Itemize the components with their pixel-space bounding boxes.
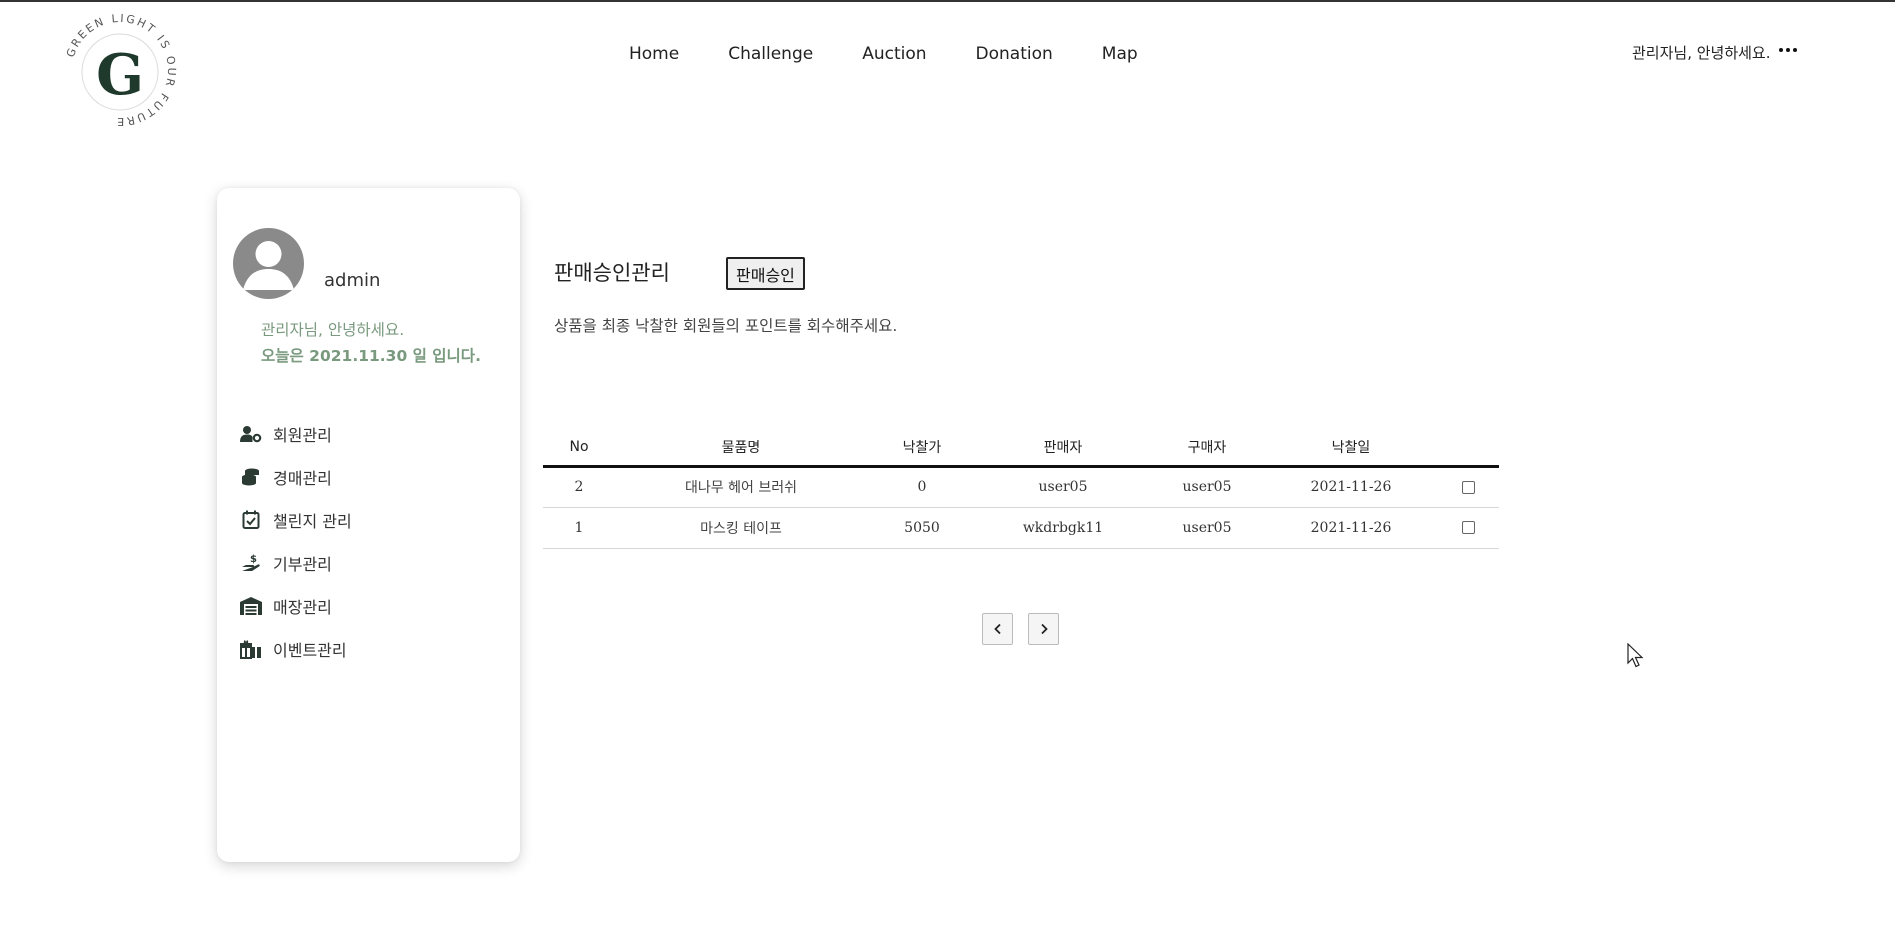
avatar [233,228,304,299]
row-checkbox[interactable] [1461,480,1475,494]
cell-select [1437,466,1499,508]
menu-label: 이벤트관리 [273,640,347,660]
cell-buyer: user05 [1149,466,1265,508]
logo-letter: G [96,42,144,108]
menu-auction-management[interactable]: 경매관리 [239,455,352,498]
username: admin [324,270,381,291]
table-row: 2 대나무 헤어 브러쉬 0 user05 user05 2021-11-26 [543,466,1499,508]
menu-label: 챌린지 관리 [273,511,352,531]
cell-no: 1 [543,507,615,549]
cell-winning-bid: 5050 [867,507,977,549]
admin-menu: 회원관리 경매관리 챌린지 관리 $ 기부관리 매장관리 이벤트관리 [239,412,352,670]
cell-buyer: user05 [1149,507,1265,549]
nav-map[interactable]: Map [1102,44,1138,64]
prev-page-button[interactable] [982,613,1013,645]
admin-sidebar: admin 관리자님, 안녕하세요. 오늘은 2021.11.30 일 입니다.… [217,188,520,862]
cell-item-name: 마스킹 테이프 [615,507,867,549]
header-greeting: 관리자님, 안녕하세요. [1632,44,1771,62]
col-winning-bid: 낙찰가 [867,430,977,468]
chevron-right-icon [1040,623,1048,635]
cell-item-name: 대나무 헤어 브러쉬 [615,466,867,508]
user-gear-icon [239,423,263,445]
more-dot-icon [1792,48,1797,52]
coins-icon [239,466,263,488]
chevron-left-icon [993,623,1001,635]
cell-winning-bid: 0 [867,466,977,508]
menu-event-management[interactable]: 이벤트관리 [239,627,352,670]
warehouse-icon [239,595,263,617]
more-dot-icon [1779,48,1784,52]
menu-store-management[interactable]: 매장관리 [239,584,352,627]
col-seller: 판매자 [977,430,1149,468]
menu-donation-management[interactable]: $ 기부관리 [239,541,352,584]
cell-bid-date: 2021-11-26 [1265,466,1437,508]
main-nav: Home Challenge Auction Donation Map [629,40,1187,68]
col-item-name: 물품명 [615,430,867,468]
page-subtitle: 상품을 최종 낙찰한 회원들의 포인트를 회수해주세요. [554,317,898,335]
sales-approval-table: No 물품명 낙찰가 판매자 구매자 낙찰일 2 대나무 헤어 브러쉬 0 us… [543,430,1499,549]
gifts-icon [239,638,263,660]
more-dot-icon [1786,48,1790,52]
nav-auction[interactable]: Auction [862,44,926,64]
user-silhouette-icon [243,241,294,290]
cell-seller: user05 [977,466,1149,508]
svg-text:$: $ [250,554,257,565]
table-header-row: No 물품명 낙찰가 판매자 구매자 낙찰일 [543,430,1499,468]
col-bid-date: 낙찰일 [1265,430,1437,468]
menu-label: 매장관리 [273,597,332,617]
menu-label: 회원관리 [273,425,332,445]
welcome-message: 관리자님, 안녕하세요. 오늘은 2021.11.30 일 입니다. [261,317,481,369]
col-no: No [543,430,615,468]
col-buyer: 구매자 [1149,430,1265,468]
hand-dollar-icon: $ [239,552,263,574]
cell-seller: wkdrbgk11 [977,507,1149,549]
col-select [1437,430,1499,468]
next-page-button[interactable] [1028,613,1059,645]
menu-challenge-management[interactable]: 챌린지 관리 [239,498,352,541]
row-checkbox[interactable] [1461,521,1475,534]
table-row: 1 마스킹 테이프 5050 wkdrbgk11 user05 2021-11-… [543,507,1499,549]
today-date-text: 오늘은 2021.11.30 일 입니다. [261,347,481,365]
menu-member-management[interactable]: 회원관리 [239,412,352,455]
nav-challenge[interactable]: Challenge [728,44,813,64]
page-title: 판매승인관리 [554,261,670,285]
cell-select [1437,507,1499,549]
welcome-greeting: 관리자님, 안녕하세요. [261,321,405,339]
more-options-button[interactable] [1776,36,1800,64]
nav-home[interactable]: Home [629,44,679,64]
nav-donation[interactable]: Donation [976,44,1053,64]
menu-label: 경매관리 [273,468,332,488]
mouse-cursor-icon [1627,643,1644,668]
logo[interactable]: GREEN LIGHT IS OUR FUTURE G [60,10,180,130]
cell-no: 2 [543,466,615,508]
calendar-check-icon [239,509,263,531]
approve-sale-button[interactable]: 판매승인 [726,257,805,290]
logo-emblem: GREEN LIGHT IS OUR FUTURE G [64,12,176,128]
top-border [0,0,1895,2]
cell-bid-date: 2021-11-26 [1265,507,1437,549]
menu-label: 기부관리 [273,554,332,574]
